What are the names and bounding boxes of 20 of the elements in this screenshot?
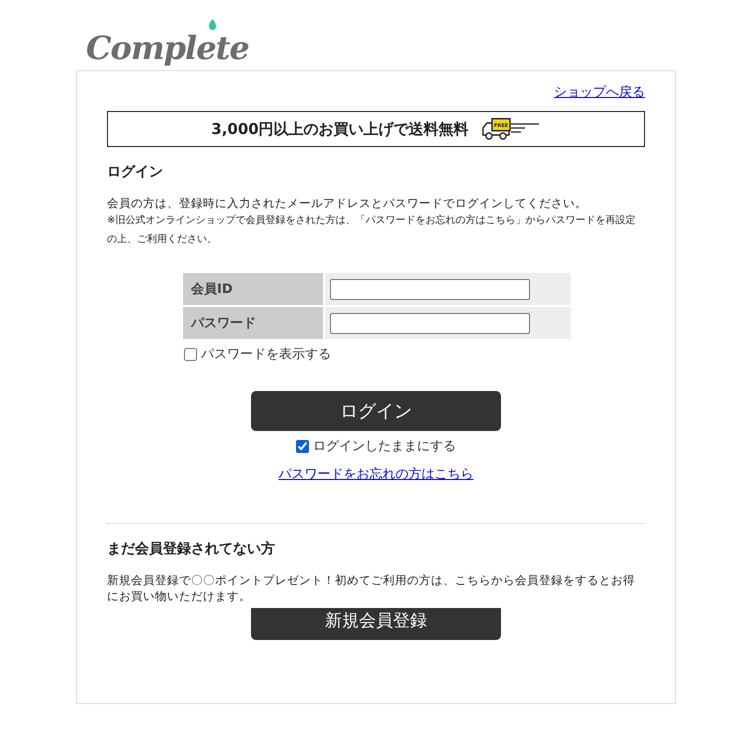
register-heading: まだ会員登録されてない方 — [107, 540, 276, 558]
login-button[interactable]: ログイン — [251, 391, 501, 431]
login-description: 会員の方は、登録時に入力されたメールアドレスとパスワードでログインしてください。 — [107, 195, 588, 211]
migration-note: ※旧公式オンラインショップで会員登録をされた方は、「パスワードをお忘れの方はこちら」からパスワードを再設定の上、ご利用ください。 — [107, 214, 636, 247]
password-field[interactable] — [330, 312, 530, 334]
field-label: パスワード — [183, 307, 323, 339]
forgot-password-link[interactable]: パスワードをお忘れの方はこちら — [278, 465, 474, 483]
register-button[interactable]: 新規会員登録 — [251, 608, 501, 640]
register-description: 新規会員登録で〇〇ポイントプレゼント！初めてご利用の方は、こちらから会員登録をするとお得にお買い物いただけます。 — [107, 572, 636, 604]
login-heading: ログイン — [107, 163, 164, 181]
leaf-icon — [209, 19, 216, 30]
stay-logged-in-checkbox[interactable] — [296, 440, 309, 452]
member-id-field[interactable] — [330, 278, 530, 300]
show-password-checkbox[interactable] — [184, 348, 197, 360]
stay-logged-in-label: ログインしたままにする — [313, 438, 456, 455]
back-to-shop-link[interactable]: ショップへ戻る — [554, 83, 645, 101]
logo: Complete — [86, 31, 249, 65]
show-password-label: パスワードを表示する — [201, 346, 331, 363]
free-shipping-text: 3,000円以上のお買い上げで送料無料 — [211, 120, 469, 138]
field-label: 会員ID — [183, 273, 323, 305]
